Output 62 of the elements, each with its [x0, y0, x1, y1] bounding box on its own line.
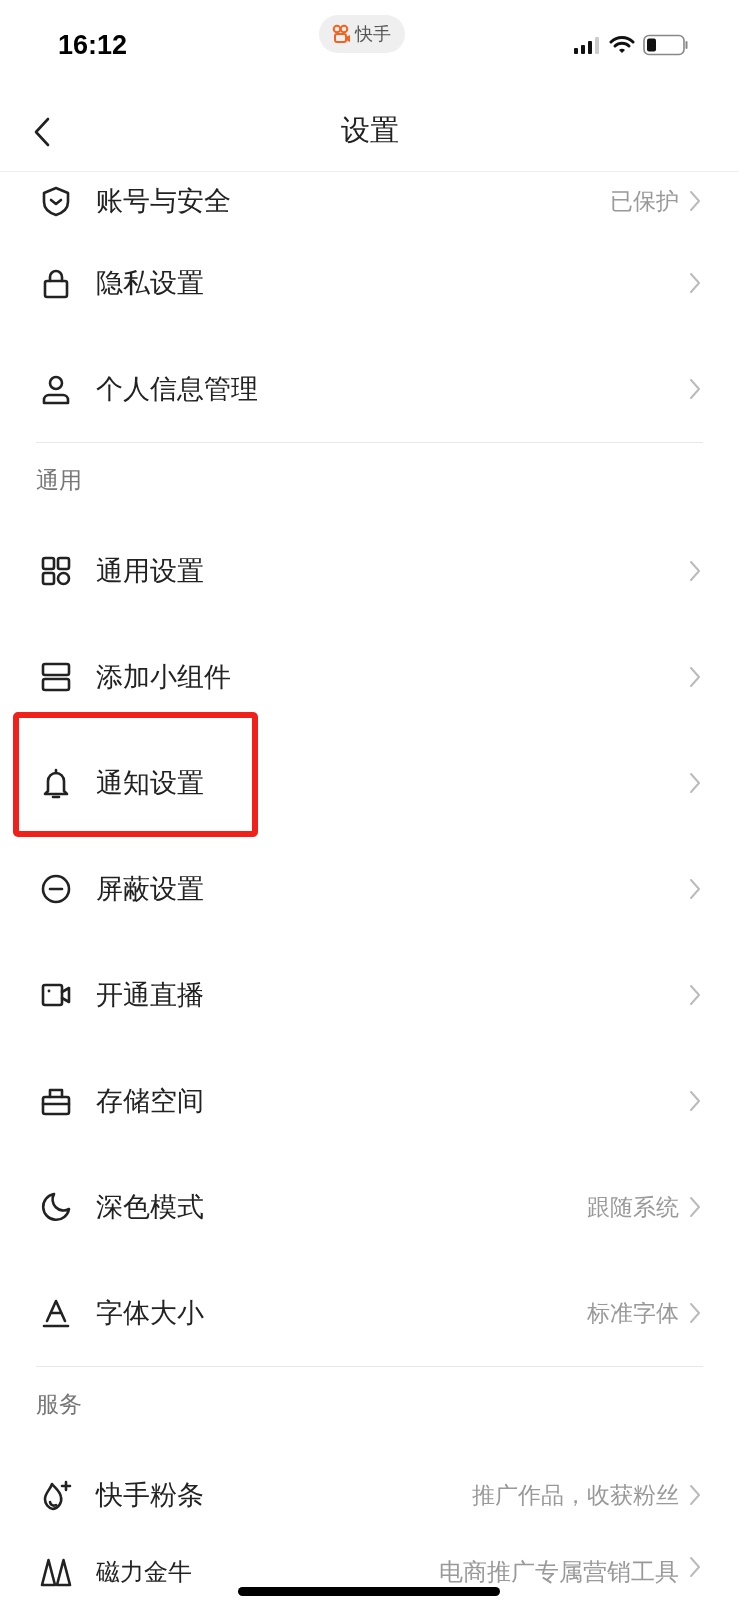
- chevron-icon: [689, 1556, 701, 1578]
- signal-icon: [573, 35, 601, 55]
- chevron-icon: [689, 1484, 701, 1506]
- settings-row[interactable]: 账号与安全 已保护: [36, 172, 703, 230]
- chevron-icon: [689, 1196, 701, 1218]
- chevron-icon: [689, 1090, 701, 1112]
- row-label: 账号与安全: [96, 184, 231, 218]
- row-label: 字体大小: [96, 1296, 204, 1330]
- settings-row[interactable]: 磁力金牛 电商推广专属营销工具: [36, 1548, 703, 1592]
- person-icon: [40, 373, 72, 405]
- chevron-icon: [689, 1302, 701, 1324]
- settings-row[interactable]: 隐私设置: [36, 230, 703, 336]
- back-icon: [34, 117, 50, 147]
- row-value: 标准字体: [587, 1298, 679, 1328]
- settings-row[interactable]: 通用设置: [36, 518, 703, 624]
- settings-row[interactable]: 快手粉条 推广作品，收获粉丝: [36, 1442, 703, 1548]
- settings-row[interactable]: 深色模式 跟随系统: [36, 1154, 703, 1260]
- row-label: 个人信息管理: [96, 372, 258, 406]
- row-label: 通知设置: [96, 766, 204, 800]
- settings-row[interactable]: 添加小组件: [36, 624, 703, 730]
- settings-row[interactable]: 屏蔽设置: [36, 836, 703, 942]
- chevron-icon: [689, 984, 701, 1006]
- row-value: 已保护: [610, 186, 679, 216]
- row-value: 电商推广专属营销工具: [439, 1557, 679, 1588]
- chevron-icon: [689, 560, 701, 582]
- row-value: 推广作品，收获粉丝: [472, 1480, 679, 1510]
- layout-icon: [40, 661, 72, 693]
- camera-logo-icon: [331, 24, 351, 44]
- letter-a-icon: [40, 1297, 72, 1329]
- row-label: 深色模式: [96, 1190, 204, 1224]
- settings-row[interactable]: 个人信息管理: [36, 336, 703, 442]
- page-title: 设置: [340, 111, 399, 149]
- wifi-icon: [609, 35, 635, 55]
- app-pill[interactable]: 快手: [319, 15, 405, 53]
- chevron-icon: [689, 878, 701, 900]
- chevron-icon: [689, 378, 701, 400]
- chevron-icon: [689, 272, 701, 294]
- row-label: 隐私设置: [96, 266, 204, 300]
- status-time: 16:12: [58, 29, 129, 61]
- row-label: 通用设置: [96, 554, 204, 588]
- row-label: 磁力金牛: [96, 1557, 192, 1588]
- section-header: 服务: [36, 1390, 83, 1419]
- chevron-icon: [689, 772, 701, 794]
- row-label: 屏蔽设置: [96, 872, 204, 906]
- settings-row[interactable]: 存储空间: [36, 1048, 703, 1154]
- section-header: 通用: [36, 466, 83, 495]
- row-label: 存储空间: [96, 1084, 204, 1118]
- shield-icon: [40, 185, 72, 217]
- row-label: 快手粉条: [96, 1478, 204, 1512]
- settings-row[interactable]: 开通直播: [36, 942, 703, 1048]
- triangles-icon: [40, 1556, 72, 1588]
- chevron-icon: [689, 666, 701, 688]
- grid-icon: [40, 555, 72, 587]
- minus-circle-icon: [40, 873, 72, 905]
- moon-icon: [40, 1191, 72, 1223]
- battery-icon: [643, 34, 689, 56]
- row-value: 跟随系统: [587, 1192, 679, 1222]
- row-label: 开通直播: [96, 978, 204, 1012]
- settings-row[interactable]: 字体大小 标准字体: [36, 1260, 703, 1366]
- settings-row[interactable]: 通知设置: [36, 730, 703, 836]
- row-label: 添加小组件: [96, 660, 231, 694]
- chevron-icon: [689, 190, 701, 212]
